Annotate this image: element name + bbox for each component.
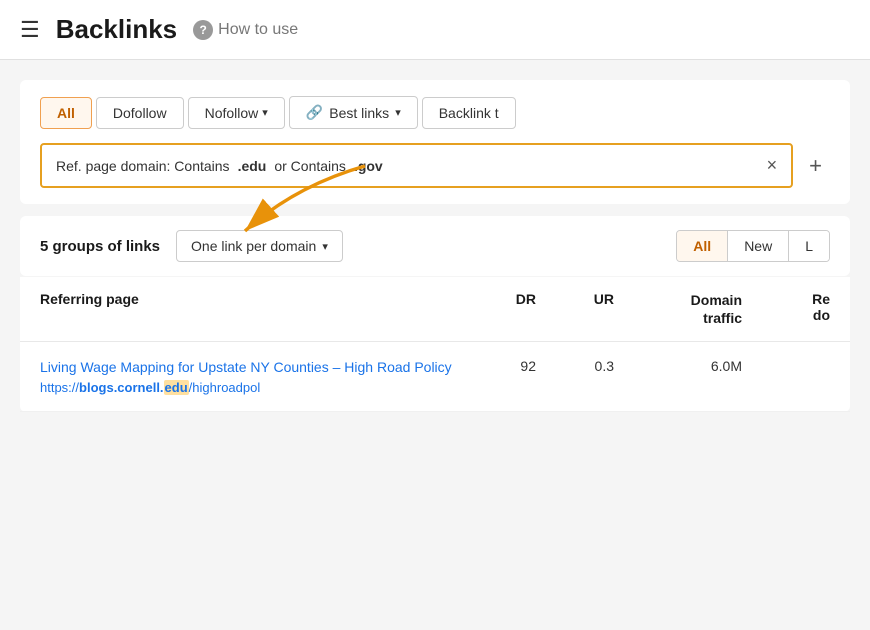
filter-clear-button[interactable]: × (767, 155, 778, 176)
tab-dofollow[interactable]: Dofollow (96, 97, 184, 129)
table-container: Referring page DR UR Domaintraffic Redo … (20, 277, 850, 412)
tab-nofollow[interactable]: Nofollow ▾ (188, 97, 285, 129)
view-tab-new[interactable]: New (728, 231, 789, 261)
view-tabs: All New L (676, 230, 830, 262)
filter-value-1: .edu (238, 158, 267, 174)
col-header-ur: UR (544, 291, 614, 327)
page-url: https://blogs.cornell.edu/highroadpol (40, 380, 458, 395)
link-icon: 🔗 (306, 104, 323, 121)
col-header-re-do: Redo (750, 291, 830, 327)
how-to-use-button[interactable]: ? How to use (193, 20, 298, 40)
results-section: 5 groups of links One link per domain ▾ … (20, 216, 850, 276)
groups-count-label: 5 groups of links (40, 238, 160, 255)
page-title: Backlinks (56, 14, 177, 45)
view-tab-all[interactable]: All (677, 231, 728, 261)
group-dropdown-caret: ▾ (322, 240, 328, 253)
tab-backlink-type[interactable]: Backlink t (422, 97, 516, 129)
table-row: Living Wage Mapping for Upstate NY Count… (20, 342, 850, 412)
filter-bar: All Dofollow Nofollow ▾ 🔗 Best links ▾ B… (20, 80, 850, 204)
table-header: Referring page DR UR Domaintraffic Redo (20, 277, 850, 342)
url-bold: blogs.cornell. (79, 380, 164, 395)
tab-best-links[interactable]: 🔗 Best links ▾ (289, 96, 418, 129)
add-filter-button[interactable]: + (801, 149, 830, 183)
filter-tabs: All Dofollow Nofollow ▾ 🔗 Best links ▾ B… (40, 96, 830, 129)
results-bar: 5 groups of links One link per domain ▾ … (20, 216, 850, 276)
col-header-dr: DR (466, 291, 536, 327)
group-dropdown[interactable]: One link per domain ▾ (176, 230, 343, 262)
url-tld-highlight: edu (164, 380, 189, 395)
col-header-referring-page: Referring page (40, 291, 458, 327)
view-tab-lost[interactable]: L (789, 231, 829, 261)
active-filter-pill: Ref. page domain: Contains .edu or Conta… (40, 143, 793, 188)
help-icon: ? (193, 20, 213, 40)
col-header-domain-traffic: Domaintraffic (622, 291, 742, 327)
filter-value-2: .gov (354, 158, 383, 174)
menu-icon[interactable]: ☰ (20, 19, 40, 41)
cell-domain-traffic: 6.0M (622, 358, 742, 374)
active-filter-row: Ref. page domain: Contains .edu or Conta… (40, 143, 830, 188)
cell-dr: 92 (466, 358, 536, 374)
nofollow-caret: ▾ (262, 106, 268, 119)
how-to-use-label: How to use (218, 21, 298, 39)
cell-ur: 0.3 (544, 358, 614, 374)
url-suffix: /highroadpol (189, 380, 261, 395)
page-title-link[interactable]: Living Wage Mapping for Upstate NY Count… (40, 358, 458, 378)
url-prefix: https:// (40, 380, 79, 395)
filter-text-middle: or Contains (274, 158, 346, 174)
main-content: All Dofollow Nofollow ▾ 🔗 Best links ▾ B… (0, 60, 870, 412)
best-links-caret: ▾ (395, 106, 401, 119)
header: ☰ Backlinks ? How to use (0, 0, 870, 60)
tab-all[interactable]: All (40, 97, 92, 129)
referring-page-cell: Living Wage Mapping for Upstate NY Count… (40, 358, 458, 395)
filter-text-prefix: Ref. page domain: Contains (56, 158, 230, 174)
